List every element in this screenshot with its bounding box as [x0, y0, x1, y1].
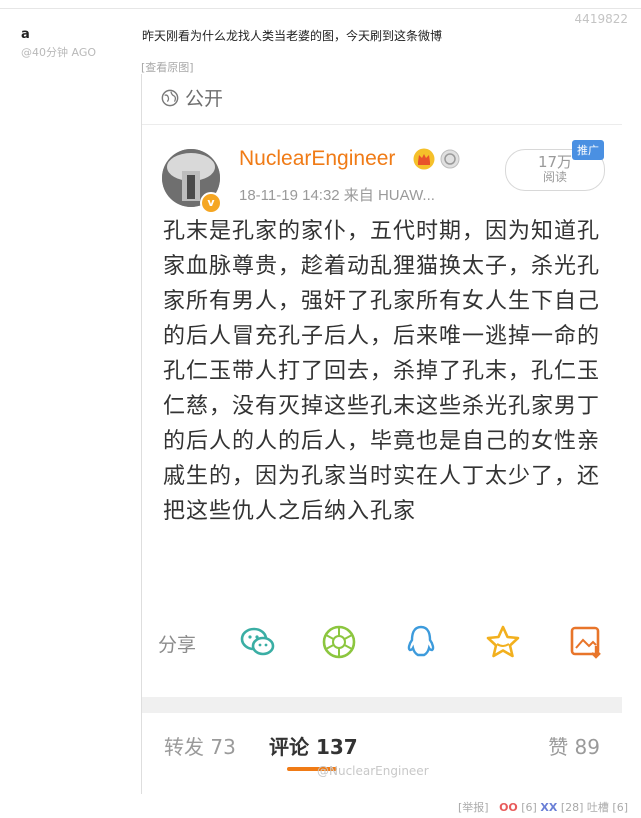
divider: [142, 124, 622, 125]
qq-icon[interactable]: [401, 622, 441, 662]
share-label: 分享: [158, 634, 197, 656]
medal-icon: [440, 149, 460, 169]
wechat-icon[interactable]: [238, 622, 278, 662]
share-row: 分享: [142, 622, 622, 666]
weibo-body: 孔末是孔家的家仆，五代时期，因为知道孔家血脉尊贵，趁着动乱狸猫换太子，杀光孔家所…: [163, 219, 601, 524]
visibility-label: 公开: [185, 88, 224, 110]
post-time: @40分钟 AGO: [21, 46, 97, 59]
favorite-star-icon[interactable]: [483, 622, 523, 662]
post-footer: [举报] OO [6] XX [28] 吐槽 [6]: [458, 799, 628, 815]
author-name[interactable]: a: [21, 27, 30, 42]
tab-forward[interactable]: 转发 73: [164, 731, 236, 760]
visibility-row: 公开: [161, 84, 223, 111]
xx-count: [28]: [560, 801, 584, 814]
post-id[interactable]: 4419822: [575, 12, 628, 26]
crown-icon: [413, 148, 435, 170]
tab-like[interactable]: 赞 89: [548, 731, 600, 760]
oo-button[interactable]: OO: [499, 801, 518, 814]
watermark: @NuclearEngineer: [317, 764, 429, 778]
oo-count: [6]: [521, 801, 537, 814]
moments-icon[interactable]: [319, 622, 359, 662]
tucao-link[interactable]: 吐槽 [6]: [587, 801, 628, 814]
promo-badge: 推广: [572, 140, 604, 160]
post-caption: 昨天刚看为什么龙找人类当老婆的图，今天刷到这条微博: [142, 29, 443, 43]
save-image-icon[interactable]: [566, 622, 606, 662]
report-link[interactable]: [举报]: [458, 801, 489, 814]
globe-icon: [161, 89, 179, 106]
xx-button[interactable]: XX: [540, 801, 557, 814]
username[interactable]: NuclearEngineer: [239, 147, 395, 171]
top-divider: [0, 8, 641, 9]
stats-tabs: 转发 73 评论 137 赞 89: [142, 729, 622, 769]
reads-unit: 阅读: [542, 170, 567, 184]
section-separator: [142, 697, 622, 713]
post-meta: 18-11-19 14:32 来自 HUAW...: [239, 187, 435, 204]
view-original-link[interactable]: [查看原图]: [141, 59, 194, 75]
tab-comment[interactable]: 评论 137: [269, 731, 358, 760]
verified-badge-icon: v: [200, 192, 222, 214]
embedded-screenshot[interactable]: 公开 v NuclearEngineer 18-11-19 14:32 来自 H…: [141, 74, 622, 794]
